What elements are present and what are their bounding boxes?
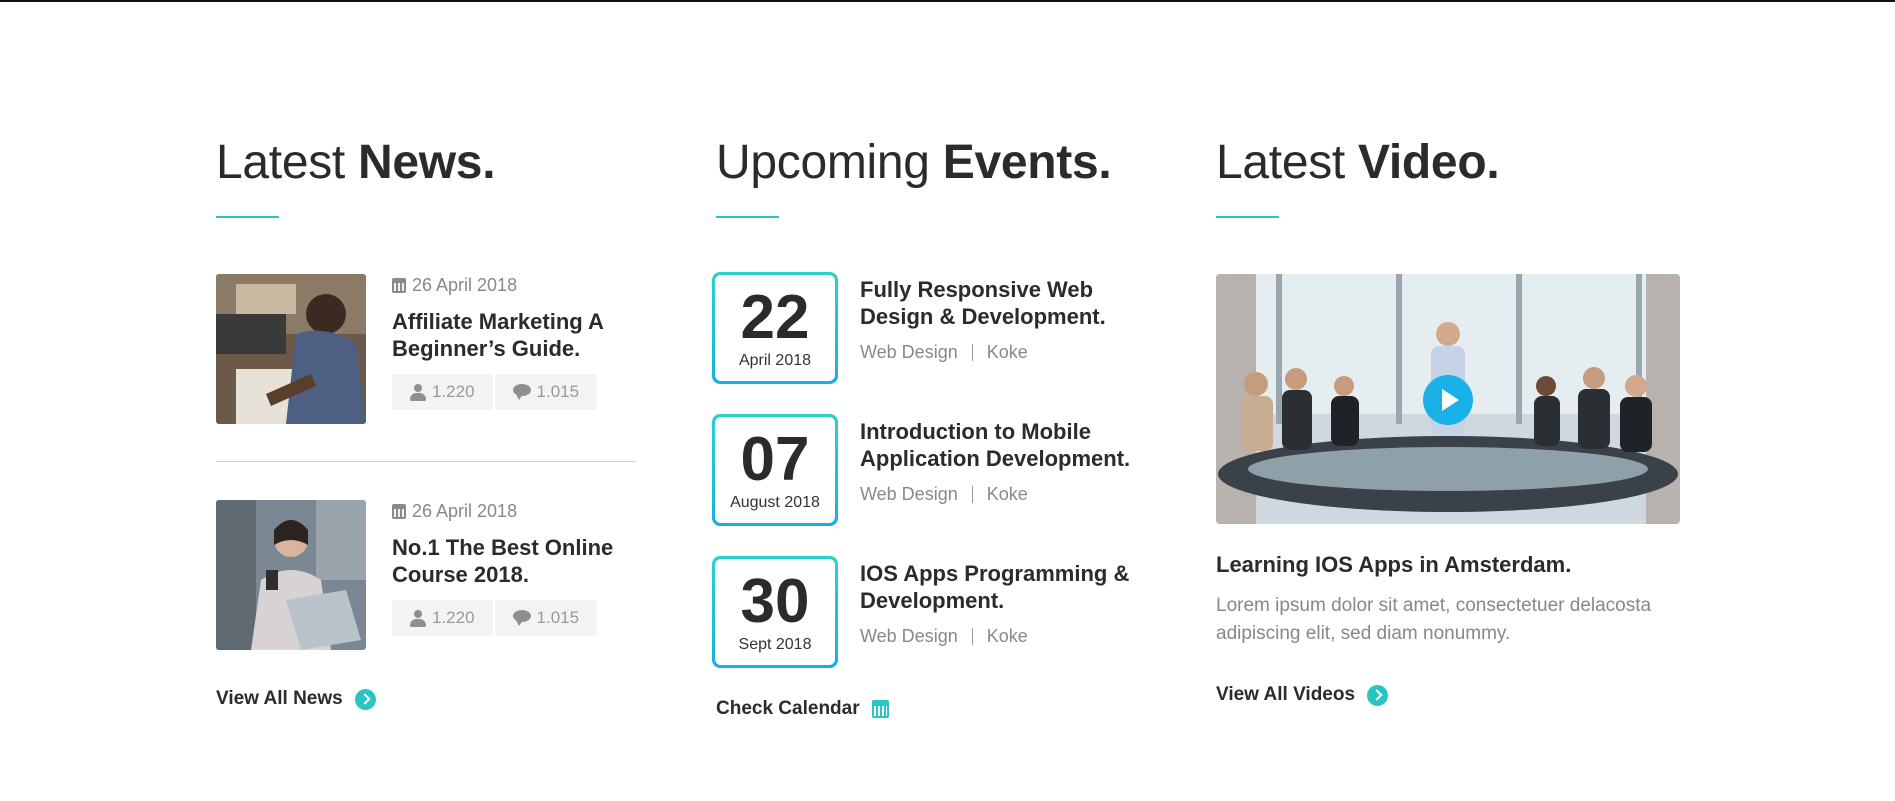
event-title-link[interactable]: Fully Responsive Web Design & Developmen…	[860, 276, 1150, 330]
user-icon	[410, 383, 426, 401]
events-heading-underline	[716, 216, 779, 219]
latest-news-section: Latest News. 26 April 2018 Affiliate Mar…	[216, 135, 636, 710]
video-heading-light: Latest	[1216, 136, 1345, 189]
news-stats: 1.220 1.015	[392, 374, 632, 411]
event-body: Introduction to Mobile Application Devel…	[860, 418, 1150, 505]
comments-count: 1.015	[536, 382, 580, 402]
views-stat: 1.220	[392, 600, 493, 637]
meta-separator	[971, 628, 973, 646]
views-count: 1.220	[432, 608, 475, 628]
news-date: 26 April 2018	[392, 500, 632, 522]
event-date-box: 22 April 2018	[712, 272, 838, 385]
news-body: 26 April 2018 Affiliate Marketing A Begi…	[392, 274, 632, 411]
news-date-text: 26 April 2018	[412, 274, 518, 295]
comments-count: 1.015	[536, 608, 580, 628]
calendar-icon	[871, 700, 889, 719]
news-title-link[interactable]: No.1 The Best Online Course 2018.	[392, 534, 632, 588]
news-thumbnail-woman-laptop[interactable]	[216, 500, 366, 651]
news-heading-light: Latest	[216, 136, 345, 189]
check-calendar-label: Check Calendar	[716, 698, 860, 720]
video-heading: Latest Video.	[1216, 135, 1681, 190]
comments-stat[interactable]: 1.015	[494, 600, 598, 637]
arrow-right-circle-icon	[354, 688, 376, 710]
event-item[interactable]: 07 August 2018 Introduction to Mobile Ap…	[712, 414, 1146, 527]
event-body: Fully Responsive Web Design & Developmen…	[860, 276, 1150, 363]
news-list: 26 April 2018 Affiliate Marketing A Begi…	[216, 274, 636, 651]
view-all-videos-label: View All Videos	[1216, 684, 1356, 706]
event-date-box: 07 August 2018	[712, 414, 838, 527]
check-calendar-link[interactable]: Check Calendar	[716, 698, 1146, 720]
event-item[interactable]: 30 Sept 2018 IOS Apps Programming & Deve…	[712, 556, 1146, 669]
play-icon[interactable]	[1423, 375, 1473, 426]
news-thumbnail-boy-studying[interactable]	[216, 274, 366, 425]
event-author[interactable]: Koke	[987, 484, 1028, 505]
event-meta: Web Design Koke	[860, 342, 1150, 363]
comment-icon	[512, 610, 531, 627]
event-day: 30	[740, 567, 810, 637]
event-body: IOS Apps Programming & Development. Web …	[860, 560, 1150, 647]
news-item[interactable]: 26 April 2018 Affiliate Marketing A Begi…	[216, 274, 636, 425]
view-all-videos-link[interactable]: View All Videos	[1216, 684, 1681, 706]
events-heading-bold: Events.	[942, 136, 1112, 189]
event-meta: Web Design Koke	[860, 626, 1150, 647]
event-day: 22	[740, 283, 810, 353]
user-icon	[410, 609, 426, 627]
event-author[interactable]: Koke	[987, 626, 1028, 647]
event-category[interactable]: Web Design	[860, 484, 958, 505]
arrow-right-circle-icon	[1367, 684, 1389, 706]
news-title-link[interactable]: Affiliate Marketing A Beginner’s Guide.	[392, 308, 632, 362]
event-month: Sept 2018	[738, 636, 812, 654]
view-all-news-link[interactable]: View All News	[216, 688, 636, 710]
calendar-icon	[392, 503, 406, 519]
event-month: April 2018	[738, 352, 812, 370]
events-heading: Upcoming Events.	[716, 135, 1146, 190]
news-body: 26 April 2018 No.1 The Best Online Cours…	[392, 500, 632, 637]
video-description: Lorem ipsum dolor sit amet, consectetuer…	[1216, 595, 1652, 645]
event-author[interactable]: Koke	[987, 342, 1028, 363]
video-player[interactable]	[1216, 274, 1680, 525]
event-list: 22 April 2018 Fully Responsive Web Desig…	[712, 272, 1146, 669]
news-date-text: 26 April 2018	[412, 500, 518, 521]
upcoming-events-section: Upcoming Events. 22 April 2018 Fully Res…	[712, 135, 1146, 720]
event-month: August 2018	[730, 494, 820, 512]
event-meta: Web Design Koke	[860, 484, 1150, 505]
news-heading-underline	[216, 216, 279, 219]
top-border	[0, 0, 1895, 2]
latest-video-section: Latest Video. Learning IOS Apps in Amste…	[1216, 135, 1681, 706]
comment-icon	[512, 384, 531, 401]
video-title-link[interactable]: Learning IOS Apps in Amsterdam.	[1216, 552, 1681, 578]
comments-stat[interactable]: 1.015	[494, 374, 598, 411]
meta-separator	[971, 486, 973, 504]
event-title-link[interactable]: IOS Apps Programming & Development.	[860, 560, 1150, 614]
event-title-link[interactable]: Introduction to Mobile Application Devel…	[860, 418, 1150, 472]
video-heading-bold: Video.	[1358, 136, 1500, 189]
meta-separator	[971, 344, 973, 362]
news-heading-bold: News.	[358, 136, 496, 189]
events-heading-light: Upcoming	[716, 136, 930, 189]
event-category[interactable]: Web Design	[860, 342, 958, 363]
news-date: 26 April 2018	[392, 274, 632, 296]
video-heading-underline	[1216, 216, 1279, 219]
event-category[interactable]: Web Design	[860, 626, 958, 647]
event-date-box: 30 Sept 2018	[712, 556, 838, 669]
views-stat: 1.220	[392, 374, 493, 411]
event-item[interactable]: 22 April 2018 Fully Responsive Web Desig…	[712, 272, 1146, 385]
news-stats: 1.220 1.015	[392, 600, 632, 637]
view-all-news-label: View All News	[216, 688, 343, 710]
views-count: 1.220	[432, 382, 475, 402]
calendar-icon	[392, 277, 406, 293]
news-heading: Latest News.	[216, 135, 636, 190]
event-day: 07	[740, 425, 810, 495]
news-divider	[216, 461, 636, 463]
news-item[interactable]: 26 April 2018 No.1 The Best Online Cours…	[216, 500, 636, 651]
